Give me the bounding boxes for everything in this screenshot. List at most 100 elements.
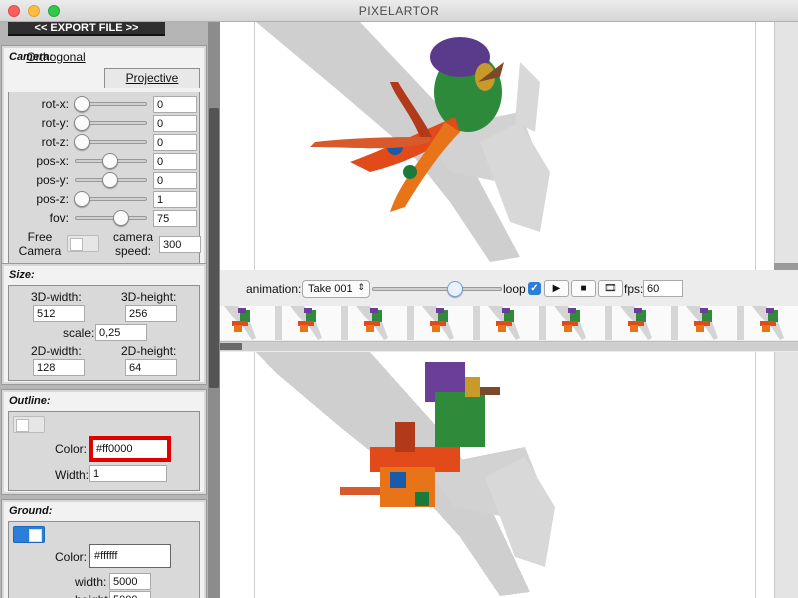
outline-toggle[interactable]	[13, 416, 45, 433]
play-button[interactable]: ▶	[544, 280, 569, 297]
camera-row-field[interactable]: 0	[153, 153, 197, 170]
tab-projective[interactable]: Projective	[104, 68, 200, 88]
camera-speed-field[interactable]: 300	[159, 236, 201, 253]
camera-row-field[interactable]: 0	[153, 134, 197, 151]
ground-height-field[interactable]: 5000	[109, 591, 151, 598]
panel-splitter[interactable]	[208, 22, 220, 598]
outline-width-label: Width:	[55, 468, 90, 482]
splitter-scroll-handle[interactable]	[209, 108, 219, 388]
animation-label: animation:	[246, 282, 302, 296]
export-file-button[interactable]: << EXPORT FILE >>	[8, 22, 165, 36]
window-title: PIXELARTOR	[358, 4, 440, 18]
frame-thumbnail[interactable]	[414, 306, 476, 340]
camera-row-label: pos-z:	[36, 192, 69, 206]
stop-button[interactable]: ■	[571, 280, 596, 297]
camera-row-label: pos-y:	[36, 173, 69, 187]
pixel-view[interactable]	[220, 352, 798, 598]
slider-knob[interactable]	[74, 134, 90, 150]
frame-thumbnail[interactable]	[282, 306, 344, 340]
ground-toggle[interactable]	[13, 526, 45, 543]
camera-row-slider[interactable]	[74, 96, 147, 112]
slider-knob[interactable]	[74, 191, 90, 207]
slider-knob[interactable]	[113, 210, 130, 226]
scale-field[interactable]: 0,25	[95, 324, 147, 341]
size-title: Size:	[9, 269, 35, 281]
camera-row-field[interactable]: 1	[153, 191, 197, 208]
camera-row-field[interactable]: 75	[153, 210, 197, 227]
ground-color-field[interactable]: #ffffff	[89, 544, 171, 568]
camera-row-field[interactable]: 0	[153, 96, 197, 113]
ground-width-label: width:	[75, 575, 107, 589]
frame-thumbnail[interactable]	[744, 306, 798, 340]
outline-section: Outline: Color: #ff0000 Width: 1	[1, 389, 207, 495]
frame-thumbnail[interactable]	[348, 306, 410, 340]
camera-controls: rot-x: 0 rot-y: 0 rot-z: 0 pos-x: 0 pos-y: 0 pos-z…	[8, 92, 201, 278]
3d-view[interactable]	[220, 22, 798, 270]
ground-section: Ground: Color: #ffffff width: 5000 heigh…	[1, 499, 207, 598]
size-section: Size: 3D-width: 512 3D-height: 256 scale…	[1, 263, 207, 385]
ground-controls: Color: #ffffff width: 5000 height 5000	[8, 521, 200, 598]
loop-checkbox[interactable]: ✓	[528, 282, 541, 295]
frame-thumbnail[interactable]	[546, 306, 608, 340]
camera-row-slider[interactable]	[74, 134, 147, 150]
outline-color-label: Color:	[55, 442, 88, 456]
fps-field[interactable]: 60	[643, 280, 683, 297]
width3d-field[interactable]: 512	[33, 305, 85, 322]
frame-thumbnail-image	[620, 306, 652, 340]
preview-area: animation: Take 001 ⇕ loop ✓ ▶ ■ 🎞 fps: …	[220, 22, 798, 598]
camera-row-slider[interactable]	[75, 153, 147, 169]
film-export-button[interactable]: 🎞	[598, 280, 623, 297]
camera-speed-label: speed:	[114, 244, 152, 258]
height2d-field[interactable]: 64	[125, 359, 177, 376]
camera-row-label: rot-x:	[41, 97, 69, 111]
animation-take-value: Take 001	[308, 283, 353, 295]
camera-row-field[interactable]: 0	[153, 115, 197, 132]
3d-view-scrollbar[interactable]	[774, 22, 798, 270]
camera-row-label: pos-x:	[36, 154, 69, 168]
select-updown-icon: ⇕	[357, 282, 365, 292]
3d-view-scroll-end[interactable]	[774, 263, 798, 270]
camera-row-slider[interactable]	[74, 115, 147, 131]
camera-speed-label: camera	[112, 230, 153, 244]
frame-thumbnail-image	[488, 306, 520, 340]
loop-label: loop	[503, 282, 526, 296]
frame-strip-scrollbar[interactable]	[220, 341, 798, 351]
height3d-field[interactable]: 256	[125, 305, 177, 322]
tab-orthogonal[interactable]: Orthogonal	[8, 48, 104, 68]
width2d-field[interactable]: 128	[33, 359, 85, 376]
camera-row-label: rot-y:	[41, 116, 69, 130]
frame-thumbnail[interactable]	[612, 306, 674, 340]
frame-thumbnail-image	[554, 306, 586, 340]
camera-row-slider[interactable]	[75, 210, 147, 226]
animation-timeline-slider[interactable]	[372, 281, 502, 297]
frame-thumbnail-image	[224, 306, 256, 340]
frame-thumbnail[interactable]	[480, 306, 542, 340]
outline-width-field[interactable]: 1	[89, 465, 167, 482]
slider-knob[interactable]	[74, 96, 90, 112]
frame-thumbnail-image	[686, 306, 718, 340]
pixel-view-scrollbar[interactable]	[774, 352, 798, 598]
3d-render-canvas	[256, 22, 550, 262]
camera-row-field[interactable]: 0	[153, 172, 197, 189]
camera-row-label: rot-z:	[41, 135, 69, 149]
animation-bar: animation: Take 001 ⇕ loop ✓ ▶ ■ 🎞 fps: …	[220, 278, 798, 300]
timeline-knob[interactable]	[446, 281, 463, 297]
outline-color-field[interactable]: #ff0000	[89, 436, 171, 462]
animation-take-select[interactable]: Take 001 ⇕	[302, 280, 370, 298]
frame-strip-scroll-handle[interactable]	[220, 343, 242, 350]
ground-width-field[interactable]: 5000	[109, 573, 151, 590]
settings-panel: << EXPORT FILE >> Camera: Orthogonal Pro…	[0, 22, 208, 598]
frame-thumbnail-image	[356, 306, 388, 340]
frame-thumbnail[interactable]	[220, 306, 278, 340]
pixel-render-canvas	[256, 352, 555, 596]
slider-knob[interactable]	[102, 153, 118, 169]
free-camera-toggle[interactable]	[67, 235, 99, 252]
camera-row-slider[interactable]	[74, 191, 147, 207]
slider-knob[interactable]	[74, 115, 90, 131]
frame-strip[interactable]	[220, 306, 798, 340]
frame-thumbnail[interactable]	[678, 306, 740, 340]
outline-controls: Color: #ff0000 Width: 1	[8, 411, 200, 491]
camera-section: Camera: Orthogonal Projective rot-x: 0 rot…	[1, 45, 207, 281]
slider-knob[interactable]	[102, 172, 118, 188]
camera-row-slider[interactable]	[75, 172, 147, 188]
